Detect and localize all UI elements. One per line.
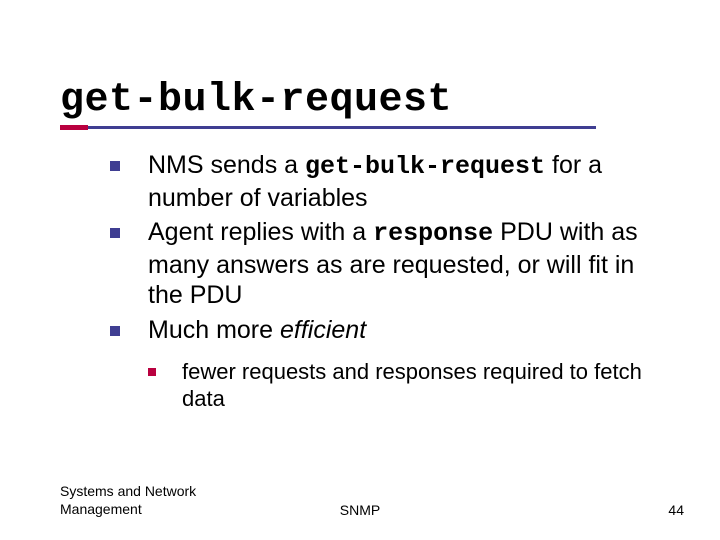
bullet-text-segment: Much more bbox=[148, 316, 280, 344]
emphasis-text: efficient bbox=[280, 316, 366, 344]
bullet-item: Much more efficient bbox=[110, 315, 670, 346]
slide: get-bulk-request NMS sends a get-bulk-re… bbox=[0, 0, 720, 540]
square-bullet-icon bbox=[110, 326, 120, 336]
square-bullet-icon bbox=[110, 161, 120, 171]
slide-title: get-bulk-request bbox=[60, 78, 452, 123]
sub-bullet-item: fewer requests and responses required to… bbox=[148, 359, 670, 413]
bullet-item: Agent replies with a response PDU with a… bbox=[110, 217, 670, 311]
body: NMS sends a get-bulk-request for a numbe… bbox=[110, 150, 670, 413]
code-text: get-bulk-request bbox=[305, 152, 545, 181]
footer-page-number: 44 bbox=[668, 502, 684, 518]
sub-bullet-group: fewer requests and responses required to… bbox=[148, 359, 670, 413]
bullet-text-segment: NMS sends a bbox=[148, 151, 305, 179]
square-bullet-icon bbox=[148, 368, 156, 376]
sub-bullet-text: fewer requests and responses required to… bbox=[182, 359, 642, 411]
footer-center: SNMP bbox=[0, 502, 720, 518]
footer-left-line1: Systems and Network bbox=[60, 483, 196, 501]
bullet-text-segment: Agent replies with a bbox=[148, 218, 373, 246]
title-underline bbox=[60, 126, 596, 129]
square-bullet-icon bbox=[110, 228, 120, 238]
code-text: response bbox=[373, 219, 493, 248]
title-block: get-bulk-request bbox=[60, 78, 452, 123]
bullet-item: NMS sends a get-bulk-request for a numbe… bbox=[110, 150, 670, 213]
